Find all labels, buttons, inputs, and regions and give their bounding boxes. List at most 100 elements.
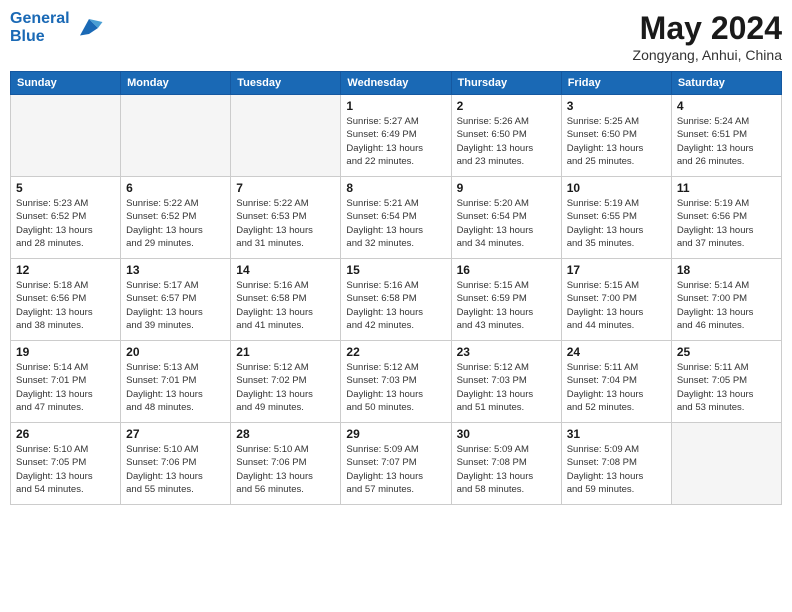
daylight-hours: Daylight: 13 hours bbox=[346, 143, 423, 154]
daylight-hours: Daylight: 13 hours bbox=[346, 225, 423, 236]
day-cell-21: 21Sunrise: 5:12 AMSunset: 7:02 PMDayligh… bbox=[231, 341, 341, 423]
day-info: Sunrise: 5:10 AMSunset: 7:06 PMDaylight:… bbox=[236, 443, 335, 496]
day-number: 5 bbox=[16, 181, 115, 195]
day-info: Sunrise: 5:16 AMSunset: 6:58 PMDaylight:… bbox=[236, 279, 335, 332]
sunset-time: Sunset: 6:54 PM bbox=[457, 211, 527, 222]
sunset-time: Sunset: 6:50 PM bbox=[457, 129, 527, 140]
day-info: Sunrise: 5:27 AMSunset: 6:49 PMDaylight:… bbox=[346, 115, 445, 168]
sunrise-time: Sunrise: 5:20 AM bbox=[457, 198, 529, 209]
weekday-header-thursday: Thursday bbox=[451, 72, 561, 95]
sunset-time: Sunset: 7:02 PM bbox=[236, 375, 306, 386]
empty-cell bbox=[231, 95, 341, 177]
day-cell-26: 26 Sunrise: 5:10 AMSunset: 7:05 PMDayligh… bbox=[11, 423, 121, 505]
day-number: 12 bbox=[16, 263, 115, 277]
daylight-hours: Daylight: 13 hours bbox=[346, 389, 423, 400]
daylight-hours: Daylight: 13 hours bbox=[16, 307, 93, 318]
day-number: 31 bbox=[567, 427, 666, 441]
day-info: Sunrise: 5:09 AMSunset: 7:08 PMDaylight:… bbox=[567, 443, 666, 496]
day-cell-9: 9 Sunrise: 5:20 AM Sunset: 6:54 PM Daylight… bbox=[451, 177, 561, 259]
day-number: 19 bbox=[16, 345, 115, 359]
sunset-time: Sunset: 6:59 PM bbox=[457, 293, 527, 304]
day-number: 30 bbox=[457, 427, 556, 441]
calendar-table: SundayMondayTuesdayWednesdayThursdayFrid… bbox=[10, 71, 782, 505]
weekday-header-wednesday: Wednesday bbox=[341, 72, 451, 95]
sunset-time: Sunset: 7:08 PM bbox=[567, 457, 637, 468]
sunset-time: Sunset: 6:51 PM bbox=[677, 129, 747, 140]
day-info: Sunrise: 5:20 AM Sunset: 6:54 PM Daylight:… bbox=[457, 197, 556, 250]
day-info: Sunrise: 5:16 AMSunset: 6:58 PMDaylight:… bbox=[346, 279, 445, 332]
day-info: Sunrise: 5:24 AMSunset: 6:51 PMDaylight:… bbox=[677, 115, 776, 168]
page: General Blue May 2024 Zongyang, Anhui, C… bbox=[0, 0, 792, 612]
day-info: Sunrise: 5:22 AMSunset: 6:53 PMDaylight:… bbox=[236, 197, 335, 250]
daylight-hours: Daylight: 13 hours bbox=[567, 143, 644, 154]
sunset-time: Sunset: 7:01 PM bbox=[126, 375, 196, 386]
sunrise-time: Sunrise: 5:22 AM bbox=[126, 198, 198, 209]
daylight-hours: Daylight: 13 hours bbox=[567, 307, 644, 318]
week-row-1: 1Sunrise: 5:27 AMSunset: 6:49 PMDaylight… bbox=[11, 95, 782, 177]
daylight-minutes: and 55 minutes. bbox=[126, 484, 194, 495]
day-number: 14 bbox=[236, 263, 335, 277]
daylight-minutes: and 47 minutes. bbox=[16, 402, 84, 413]
daylight-hours: Daylight: 13 hours bbox=[126, 307, 203, 318]
day-number: 29 bbox=[346, 427, 445, 441]
sunset-time: Sunset: 6:49 PM bbox=[346, 129, 416, 140]
daylight-hours: Daylight: 13 hours bbox=[126, 389, 203, 400]
daylight-minutes: and 46 minutes. bbox=[677, 320, 745, 331]
daylight-minutes: and 32 minutes. bbox=[346, 238, 414, 249]
day-cell-11: 11Sunrise: 5:19 AMSunset: 6:56 PMDayligh… bbox=[671, 177, 781, 259]
day-cell-10: 10Sunrise: 5:19 AMSunset: 6:55 PMDayligh… bbox=[561, 177, 671, 259]
daylight-minutes: and 53 minutes. bbox=[677, 402, 745, 413]
day-number: 15 bbox=[346, 263, 445, 277]
day-info: Sunrise: 5:14 AMSunset: 7:01 PMDaylight:… bbox=[16, 361, 115, 414]
weekday-header-sunday: Sunday bbox=[11, 72, 121, 95]
day-number: 26 bbox=[16, 427, 115, 441]
day-cell-30: 30 Sunrise: 5:09 AM Sunset: 7:08 PM Dayligh… bbox=[451, 423, 561, 505]
day-cell-17: 17Sunrise: 5:15 AMSunset: 7:00 PMDayligh… bbox=[561, 259, 671, 341]
sunrise-time: Sunrise: 5:22 AM bbox=[236, 198, 308, 209]
day-number: 3 bbox=[567, 99, 666, 113]
day-number: 9 bbox=[457, 181, 556, 195]
day-info: Sunrise: 5:10 AMSunset: 7:05 PMDaylight:… bbox=[16, 443, 115, 496]
day-info: Sunrise: 5:12 AMSunset: 7:03 PMDaylight:… bbox=[346, 361, 445, 414]
daylight-minutes: and 41 minutes. bbox=[236, 320, 304, 331]
daylight-hours: Daylight: 13 hours bbox=[457, 225, 534, 236]
sunset-time: Sunset: 7:08 PM bbox=[457, 457, 527, 468]
daylight-hours: Daylight: 13 hours bbox=[457, 471, 534, 482]
day-number: 16 bbox=[457, 263, 556, 277]
day-cell-13: 13Sunrise: 5:17 AMSunset: 6:57 PMDayligh… bbox=[121, 259, 231, 341]
sunrise-time: Sunrise: 5:14 AM bbox=[677, 280, 749, 291]
daylight-hours: Daylight: 13 hours bbox=[457, 143, 534, 154]
day-cell-23: 23Sunrise: 5:12 AMSunset: 7:03 PMDayligh… bbox=[451, 341, 561, 423]
sunrise-time: Sunrise: 5:10 AM bbox=[236, 444, 308, 455]
title-section: May 2024 Zongyang, Anhui, China bbox=[633, 10, 782, 63]
day-info: Sunrise: 5:17 AMSunset: 6:57 PMDaylight:… bbox=[126, 279, 225, 332]
sunrise-time: Sunrise: 5:15 AM bbox=[567, 280, 639, 291]
daylight-minutes: and 56 minutes. bbox=[236, 484, 304, 495]
sunrise-time: Sunrise: 5:12 AM bbox=[236, 362, 308, 373]
daylight-hours: Daylight: 13 hours bbox=[457, 307, 534, 318]
sunrise-time: Sunrise: 5:19 AM bbox=[677, 198, 749, 209]
daylight-hours: Daylight: 13 hours bbox=[677, 307, 754, 318]
daylight-minutes: and 49 minutes. bbox=[236, 402, 304, 413]
day-cell-1: 1Sunrise: 5:27 AMSunset: 6:49 PMDaylight… bbox=[341, 95, 451, 177]
sunrise-time: Sunrise: 5:09 AM bbox=[457, 444, 529, 455]
sunset-time: Sunset: 7:07 PM bbox=[346, 457, 416, 468]
daylight-minutes: and 26 minutes. bbox=[677, 156, 745, 167]
sunrise-time: Sunrise: 5:09 AM bbox=[567, 444, 639, 455]
daylight-minutes: and 44 minutes. bbox=[567, 320, 635, 331]
sunrise-time: Sunrise: 5:21 AM bbox=[346, 198, 418, 209]
day-info: Sunrise: 5:09 AM Sunset: 7:08 PM Daylight:… bbox=[457, 443, 556, 496]
daylight-minutes: and 23 minutes. bbox=[457, 156, 525, 167]
sunset-time: Sunset: 7:00 PM bbox=[677, 293, 747, 304]
day-info: Sunrise: 5:13 AMSunset: 7:01 PMDaylight:… bbox=[126, 361, 225, 414]
daylight-hours: Daylight: 13 hours bbox=[346, 307, 423, 318]
logo: General Blue bbox=[10, 10, 104, 45]
sunrise-time: Sunrise: 5:16 AM bbox=[346, 280, 418, 291]
sunset-time: Sunset: 7:00 PM bbox=[567, 293, 637, 304]
day-number: 28 bbox=[236, 427, 335, 441]
day-number: 8 bbox=[346, 181, 445, 195]
day-info: Sunrise: 5:25 AMSunset: 6:50 PMDaylight:… bbox=[567, 115, 666, 168]
day-cell-12: 12Sunrise: 5:18 AMSunset: 6:56 PMDayligh… bbox=[11, 259, 121, 341]
empty-cell bbox=[11, 95, 121, 177]
day-info: Sunrise: 5:19 AMSunset: 6:55 PMDaylight:… bbox=[567, 197, 666, 250]
